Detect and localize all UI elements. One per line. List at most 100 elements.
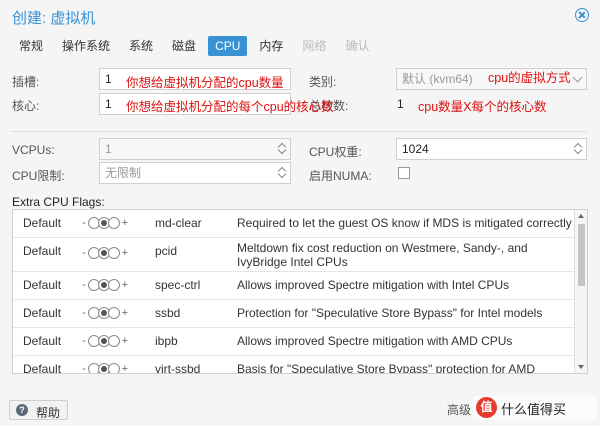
spinner-icon: [278, 142, 286, 156]
total-cores-value: 1: [397, 97, 404, 111]
spinner-icon[interactable]: [278, 166, 286, 180]
radio-on-icon[interactable]: [107, 279, 120, 291]
tab-cpu[interactable]: CPU: [208, 36, 248, 56]
radio-on-icon[interactable]: [107, 247, 120, 259]
section-divider: [12, 131, 587, 132]
help-button[interactable]: ? 帮助: [9, 400, 68, 420]
spinner-icon[interactable]: [574, 142, 582, 156]
flag-default-label: Default: [23, 362, 62, 374]
flag-description: Basis for "Speculative Store Bypass" pro…: [237, 362, 535, 374]
question-icon: ?: [16, 404, 28, 416]
numa-label: 启用NUMA:: [309, 169, 372, 183]
table-row: Default - + md-clear Required to let the …: [13, 210, 575, 238]
cpu-weight-field[interactable]: 1024: [396, 138, 587, 160]
vcpus-label: VCPUs:: [12, 143, 55, 157]
scrollbar-thumb[interactable]: [578, 224, 585, 286]
cpu-limit-field[interactable]: 无限制: [99, 162, 291, 184]
cpu-type-value: 默认 (kvm64): [402, 72, 473, 86]
minus-label: -: [82, 307, 86, 319]
annotation-sockets: 你想给虚拟机分配的cpu数量: [126, 76, 284, 90]
flag-toggle[interactable]: - +: [79, 306, 131, 320]
cpu-limit-label: CPU限制:: [12, 169, 65, 183]
extra-flags-heading: Extra CPU Flags:: [12, 195, 105, 209]
flag-name: spec-ctrl: [155, 278, 201, 292]
plus-label: +: [121, 279, 129, 291]
radio-on-icon[interactable]: [107, 217, 120, 229]
tab-memory[interactable]: 内存: [252, 36, 290, 56]
watermark-text: 什么值得买: [501, 402, 567, 417]
table-row: Default - + spec-ctrl Allows improved Spe…: [13, 272, 575, 300]
tab-general[interactable]: 常规: [12, 36, 50, 56]
tab-os[interactable]: 操作系统: [55, 36, 117, 56]
tab-network: 网络: [302, 39, 327, 53]
flag-toggle[interactable]: - +: [79, 362, 131, 374]
flag-name: ibpb: [155, 334, 178, 348]
minus-label: -: [82, 363, 86, 374]
vcpus-field: 1: [99, 138, 291, 160]
plus-label: +: [121, 217, 129, 229]
annotation-total: cpu数量X每个的核心数: [418, 100, 547, 114]
plus-label: +: [121, 307, 129, 319]
table-row: Default - + ssbd Protection for "Speculat…: [13, 300, 575, 328]
cores-label: 核心:: [12, 99, 40, 113]
watermark-logo: 值: [476, 397, 497, 418]
close-icon[interactable]: [575, 8, 589, 22]
sockets-value: 1: [105, 72, 112, 86]
flag-description: Allows improved Spectre mitigation with …: [237, 278, 510, 292]
create-vm-dialog: 创建: 虚拟机 常规 操作系统 系统 磁盘 CPU 内存 网络 确认 插槽: 1…: [0, 0, 600, 426]
tab-disk[interactable]: 磁盘: [165, 36, 203, 56]
flag-toggle[interactable]: - +: [79, 216, 131, 230]
tab-system[interactable]: 系统: [122, 36, 160, 56]
flag-name: md-clear: [155, 216, 202, 230]
title-bar: 创建: 虚拟机: [0, 0, 600, 33]
flag-toggle[interactable]: - +: [79, 246, 131, 260]
scroll-down-icon[interactable]: [578, 365, 584, 369]
chevron-down-icon[interactable]: [572, 72, 583, 83]
table-row: Default - + virt-ssbd Basis for "Speculat…: [13, 356, 575, 374]
scroll-up-icon[interactable]: [578, 214, 584, 218]
minus-label: -: [82, 247, 86, 259]
dialog-title: 创建: 虚拟机: [12, 10, 96, 27]
flag-toggle[interactable]: - +: [79, 278, 131, 292]
plus-label: +: [121, 335, 129, 347]
table-row: Default - + ibpb Allows improved Spectre …: [13, 328, 575, 356]
minus-label: -: [82, 335, 86, 347]
minus-label: -: [82, 217, 86, 229]
flag-default-label: Default: [23, 334, 62, 348]
vcpus-value: 1: [105, 142, 112, 156]
flag-name: pcid: [155, 244, 178, 258]
cpu-limit-value: 无限制: [105, 166, 142, 180]
advanced-label: 高级: [447, 403, 472, 417]
watermark: 值 什么值得买: [473, 396, 597, 420]
flag-default-label: Default: [23, 306, 62, 320]
radio-on-icon[interactable]: [107, 335, 120, 347]
flag-name: virt-ssbd: [155, 362, 201, 374]
plus-label: +: [121, 363, 129, 374]
flag-toggle[interactable]: - +: [79, 334, 131, 348]
annotation-cores: 你想给虚拟机分配的每个cpu的核心数: [126, 100, 334, 114]
minus-label: -: [82, 279, 86, 291]
vertical-scrollbar[interactable]: [574, 210, 587, 373]
flag-default-label: Default: [23, 278, 62, 292]
table-row: Default - + pcid Meltdown fix cost reduct…: [13, 238, 575, 272]
tab-confirm: 确认: [345, 39, 370, 53]
radio-on-icon[interactable]: [107, 307, 120, 319]
sockets-label: 插槽:: [12, 75, 40, 89]
flag-default-label: Default: [23, 216, 62, 230]
flag-default-label: Default: [23, 244, 62, 258]
flag-description: Allows improved Spectre mitigation with …: [237, 334, 513, 348]
tab-bar: 常规 操作系统 系统 磁盘 CPU 内存 网络 确认: [12, 36, 381, 56]
flag-name: ssbd: [155, 306, 181, 320]
cpu-weight-label: CPU权重:: [309, 145, 362, 159]
radio-on-icon[interactable]: [107, 363, 120, 373]
annotation-cpu-type: cpu的虚拟方式: [488, 71, 571, 85]
cores-value: 1: [105, 97, 112, 111]
flag-description: Required to let the guest OS know if MDS…: [237, 216, 572, 230]
flag-description: Meltdown fix cost reduction on Westmere,…: [237, 241, 528, 269]
flag-description: Protection for "Speculative Store Bypass…: [237, 306, 543, 320]
cpu-weight-value: 1024: [402, 142, 429, 156]
plus-label: +: [121, 247, 129, 259]
cpu-type-label: 类别:: [309, 75, 337, 89]
cpu-flags-grid: Default - + md-clear Required to let the …: [12, 209, 588, 374]
numa-checkbox[interactable]: [398, 167, 410, 179]
